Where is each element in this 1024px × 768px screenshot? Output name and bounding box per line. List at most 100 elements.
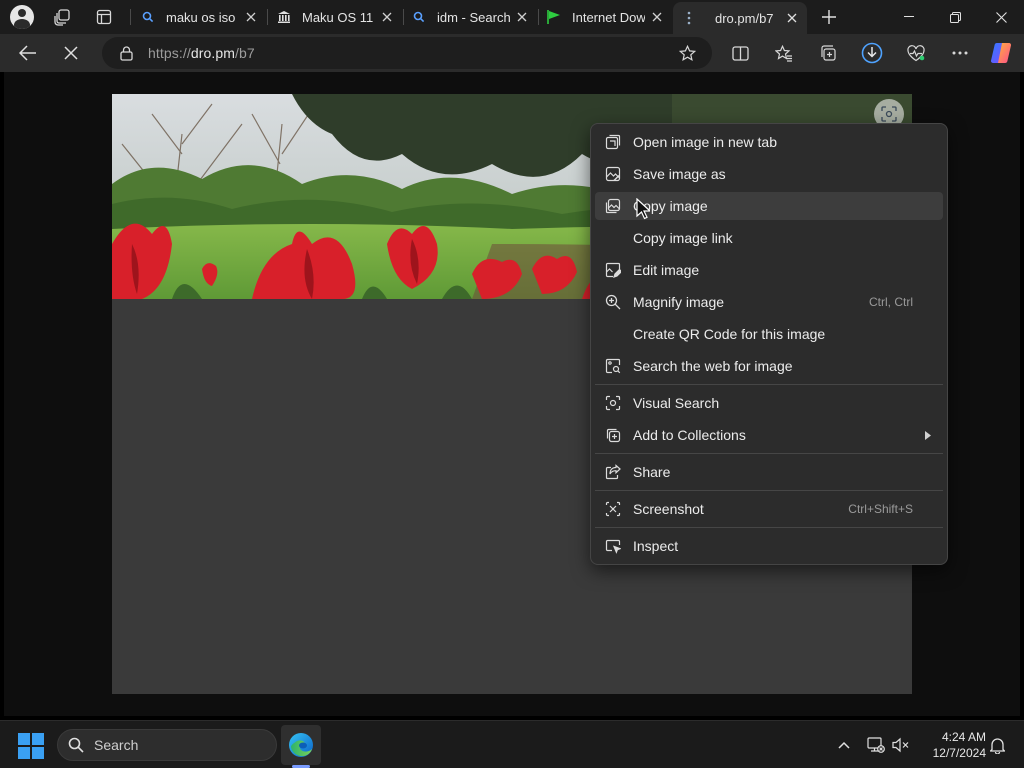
- tab-dro-pm[interactable]: dro.pm/b7: [673, 2, 807, 34]
- bank-favicon-icon: [276, 9, 292, 25]
- menu-item-edit-image[interactable]: Edit image: [595, 256, 943, 284]
- inspect-icon: [605, 538, 621, 554]
- menu-item-save-image-as[interactable]: Save image as: [595, 160, 943, 188]
- restore-icon: [949, 11, 961, 23]
- menu-item-inspect[interactable]: Inspect: [595, 532, 943, 560]
- share-icon: [605, 464, 621, 480]
- tab-close-icon[interactable]: [784, 10, 800, 26]
- close-window-button[interactable]: [978, 0, 1024, 34]
- visual-search-icon: [881, 106, 897, 122]
- address-bar[interactable]: https://dro.pm/b7: [102, 37, 712, 69]
- mouse-cursor-icon: [636, 198, 650, 220]
- menu-item-add-to-collections[interactable]: Add to Collections: [595, 421, 943, 449]
- menu-item-label: Save image as: [633, 166, 726, 182]
- minimize-button[interactable]: [886, 0, 932, 34]
- edge-browser-icon: [289, 733, 313, 757]
- clock-time: 4:24 AM: [941, 730, 986, 744]
- favorite-star-icon: [678, 44, 696, 61]
- menu-item-label: Search the web for image: [633, 358, 793, 374]
- search-icon: [68, 737, 84, 753]
- vertical-tabs-button[interactable]: [89, 4, 119, 30]
- vertical-tabs-icon: [96, 9, 112, 25]
- tab-title: idm - Search: [437, 9, 510, 25]
- menu-item-magnify-image[interactable]: Magnify image Ctrl, Ctrl: [595, 288, 943, 316]
- tab-title: maku os iso -: [166, 9, 239, 25]
- tab-close-icon[interactable]: [379, 9, 395, 25]
- menu-item-open-image-new-tab[interactable]: Open image in new tab: [595, 128, 943, 156]
- tab-title: dro.pm/b7: [715, 10, 774, 26]
- notifications-button[interactable]: [985, 733, 1009, 757]
- windows-taskbar: Search 4:24 AM 12/7/2024: [0, 720, 1024, 768]
- new-tab-button[interactable]: [814, 4, 844, 30]
- split-screen-button[interactable]: [724, 38, 756, 68]
- network-disconnected-icon: [867, 737, 885, 753]
- performance-icon: [907, 44, 925, 61]
- browser-toolbar: https://dro.pm/b7: [0, 34, 1024, 72]
- taskbar-clock[interactable]: 4:24 AM 12/7/2024: [920, 729, 986, 761]
- menu-item-label: Screenshot: [633, 501, 704, 517]
- menu-item-copy-image-link[interactable]: Copy image link: [595, 224, 943, 252]
- split-screen-icon: [731, 45, 749, 61]
- stop-loading-button[interactable]: [55, 38, 87, 68]
- url-scheme: https://: [148, 45, 191, 61]
- performance-button[interactable]: [900, 38, 932, 68]
- lock-icon[interactable]: [118, 45, 134, 61]
- tab-close-icon[interactable]: [243, 9, 259, 25]
- volume-tray-button[interactable]: [889, 733, 913, 757]
- more-icon: [952, 51, 968, 55]
- bell-icon: [989, 737, 1005, 754]
- network-tray-button[interactable]: [864, 733, 888, 757]
- add-favorite-button[interactable]: [671, 38, 703, 68]
- menu-item-screenshot[interactable]: Screenshot Ctrl+Shift+S: [595, 495, 943, 523]
- tab-separator: [130, 9, 131, 25]
- downloads-icon: [861, 42, 883, 64]
- taskbar-search-box[interactable]: Search: [57, 729, 277, 761]
- tab-internet-download[interactable]: Internet Dow: [538, 2, 672, 32]
- minimize-icon: [904, 16, 914, 17]
- menu-item-label: Inspect: [633, 538, 679, 554]
- menu-item-label: Share: [633, 464, 671, 480]
- green-flag-favicon-icon: [546, 9, 562, 25]
- close-icon: [995, 11, 1007, 23]
- copilot-button[interactable]: [985, 38, 1017, 68]
- screenshot-icon: [605, 501, 621, 517]
- tab-close-icon[interactable]: [649, 9, 665, 25]
- menu-item-visual-search[interactable]: Visual Search: [595, 389, 943, 417]
- url-host: dro.pm: [190, 45, 236, 61]
- tab-strip: maku os iso - Maku OS 11 : idm - Search …: [0, 0, 1024, 34]
- collections-button[interactable]: [812, 38, 844, 68]
- tab-title: Maku OS 11 :: [302, 9, 375, 25]
- profile-avatar-button[interactable]: [7, 4, 37, 30]
- url-path: /b7: [235, 45, 255, 61]
- restore-button[interactable]: [932, 0, 978, 34]
- tab-maku-os-iso[interactable]: maku os iso -: [132, 2, 266, 32]
- taskbar-edge-app[interactable]: [281, 725, 321, 765]
- show-hidden-icons-button[interactable]: [832, 733, 856, 757]
- back-button[interactable]: [12, 38, 44, 68]
- tab-maku-os-11[interactable]: Maku OS 11 :: [268, 2, 402, 32]
- menu-item-label: Create QR Code for this image: [633, 326, 826, 342]
- menu-item-share[interactable]: Share: [595, 458, 943, 486]
- more-options-button[interactable]: [944, 38, 976, 68]
- tab-idm-search[interactable]: idm - Search: [403, 2, 537, 32]
- submenu-arrow-icon: [923, 427, 933, 443]
- edit-image-icon: [605, 262, 621, 278]
- menu-item-label: Copy image link: [633, 230, 733, 246]
- search-placeholder: Search: [94, 737, 139, 753]
- stop-icon: [64, 46, 78, 60]
- favorites-icon: [775, 44, 792, 62]
- menu-item-search-web-for-image[interactable]: Search the web for image: [595, 352, 943, 380]
- search-favicon-icon: [140, 9, 156, 25]
- downloads-button[interactable]: [856, 38, 888, 68]
- search-image-icon: [605, 358, 621, 374]
- open-new-tab-icon: [605, 134, 621, 150]
- menu-item-create-qr-code[interactable]: Create QR Code for this image: [595, 320, 943, 348]
- url-text[interactable]: https://dro.pm/b7: [148, 45, 255, 61]
- tab-close-icon[interactable]: [514, 9, 530, 25]
- favorites-button[interactable]: [768, 38, 800, 68]
- windows-start-icon[interactable]: [18, 733, 44, 759]
- workspaces-button[interactable]: [47, 4, 77, 30]
- workspaces-icon: [54, 9, 70, 26]
- visual-search-icon: [605, 395, 621, 411]
- menu-item-label: Open image in new tab: [633, 134, 777, 150]
